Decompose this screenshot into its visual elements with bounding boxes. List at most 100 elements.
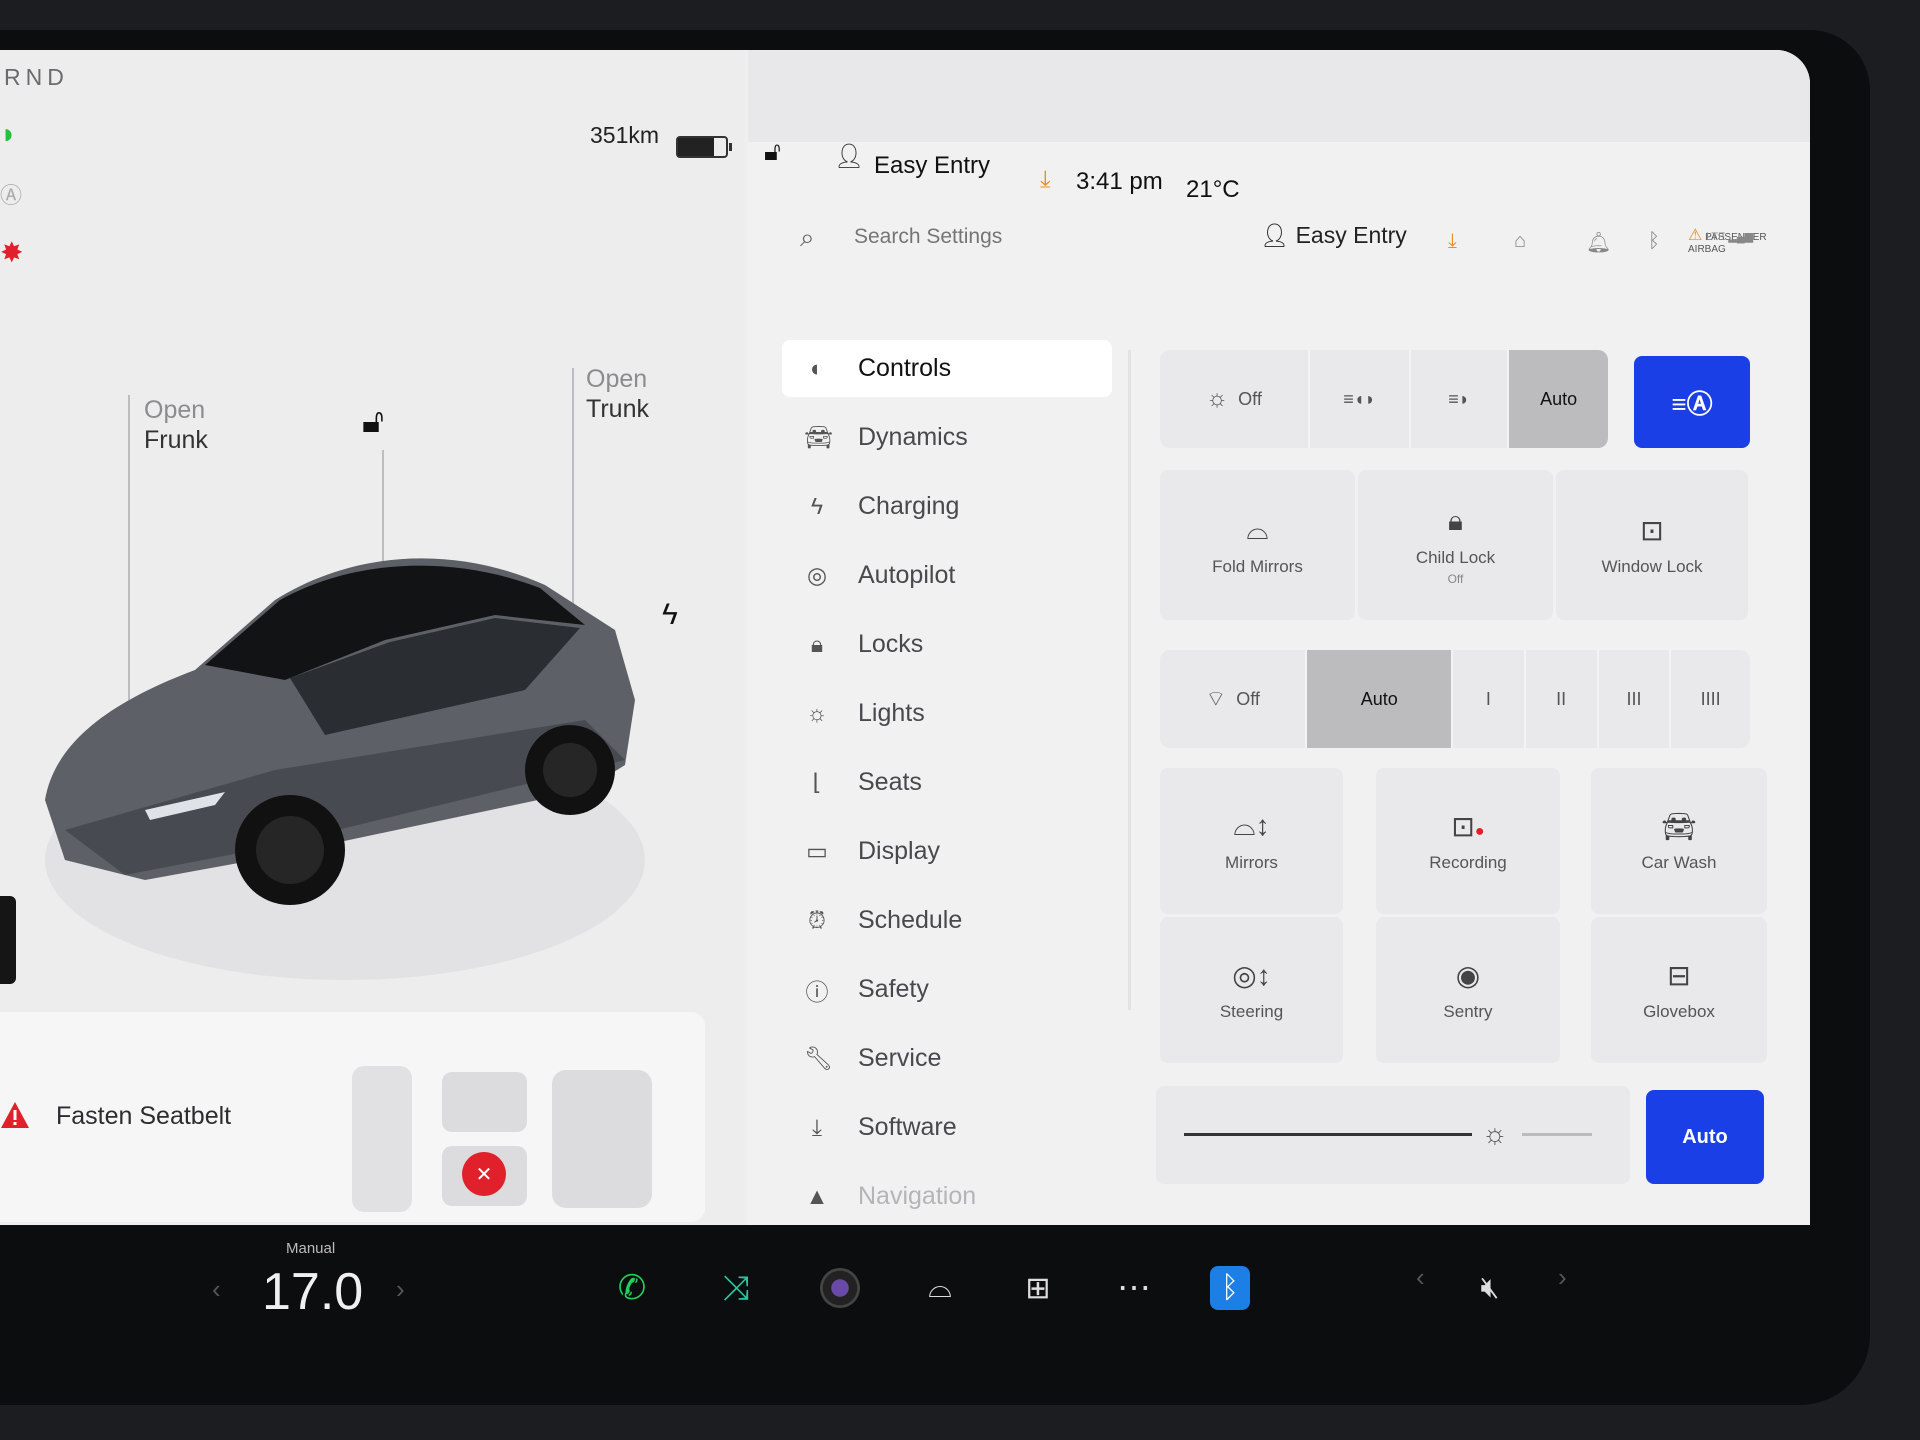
phone-icon[interactable]: ✆ — [604, 1260, 660, 1316]
software-download-icon[interactable]: ⤓ — [1448, 230, 1457, 253]
settings-nav: ◐ Controls 🚘︎ Dynamics ϟ Charging ◎ Autopilo… — [782, 340, 1112, 1225]
notification-bell-icon[interactable]: 🔔︎ — [1586, 230, 1611, 255]
mirror-icon: ⌓ — [1246, 513, 1269, 545]
camera-icon[interactable] — [812, 1260, 868, 1316]
quick-tiles-bottom: ◎↕ Steering ◉ Sentry ⊟ Glovebox — [1160, 917, 1767, 1063]
auto-high-beam-button[interactable]: ≡Ⓐ — [1634, 356, 1750, 448]
trunk-callout[interactable]: Open Trunk — [586, 364, 649, 424]
volume-down-chevron-icon[interactable]: ‹ — [1416, 1262, 1425, 1293]
lock-icon: 🔒︎ — [810, 631, 824, 657]
front-defrost-icon[interactable]: ⌓ — [912, 1260, 968, 1316]
frunk-label: Frunk — [144, 426, 208, 454]
nav-locks[interactable]: 🔒︎ Locks — [782, 616, 1112, 673]
download-icon[interactable]: ⤓ — [1040, 166, 1051, 194]
seatbelt-alert-text: Fasten Seatbelt — [56, 1102, 232, 1130]
climate-mode: Manual — [286, 1240, 336, 1257]
child-lock-button[interactable]: 🔒︎ Child Lock Off — [1358, 470, 1553, 620]
wipers-auto[interactable]: Auto — [1307, 650, 1454, 748]
nav-service[interactable]: 🔧︎ Service — [782, 1030, 1112, 1087]
settings-panel: 🔓︎ 👤︎ Easy Entry ⤓ 3:41 pm 21°C ⚠ PASSEN… — [748, 50, 1810, 1225]
battery-icon — [676, 136, 732, 158]
rear-defrost-icon[interactable]: ⊞ — [1010, 1260, 1066, 1316]
shuffle-icon[interactable]: ⤨ — [708, 1260, 764, 1316]
quick-tiles-top: ⌓↕ Mirrors ⊡● Recording 🚘︎ Car Wash — [1160, 768, 1767, 914]
headlights-auto[interactable]: Auto — [1509, 350, 1608, 448]
nav-seats[interactable]: ⌊ Seats — [782, 754, 1112, 811]
wiper-speed-4[interactable]: IIII — [1671, 650, 1750, 748]
wiper-icon: ⌔ — [1205, 686, 1227, 711]
temperature: 21°C — [1186, 176, 1240, 203]
tray-profile[interactable]: 👤︎ Easy Entry — [1260, 222, 1407, 249]
homelink-icon[interactable]: ⌂ — [1514, 230, 1526, 253]
light-icon: ☼ — [806, 700, 828, 726]
wiper-selector: ⌔ Off Auto I II III IIII — [1160, 650, 1750, 748]
frunk-action: Open — [144, 396, 206, 424]
profile-icon[interactable]: 👤︎ — [834, 142, 864, 171]
bluetooth-app-icon[interactable]: ᛒ — [1202, 1260, 1258, 1316]
battery-level — [678, 138, 714, 156]
headlight-selector: ☼ Off ≡◖◗ ≡◗ Auto — [1160, 350, 1608, 448]
mirrors-button[interactable]: ⌓↕ Mirrors — [1160, 768, 1343, 914]
recording-button[interactable]: ⊡● Recording — [1376, 768, 1560, 914]
parking-lights[interactable]: ≡◖◗ — [1310, 350, 1411, 448]
temp-up-chevron-icon[interactable]: › — [396, 1274, 405, 1305]
more-apps-icon[interactable]: ⋯ — [1106, 1260, 1162, 1316]
nav-safety[interactable]: ⓘ Safety — [782, 961, 1112, 1018]
fold-mirrors-button[interactable]: ⌓ Fold Mirrors — [1160, 470, 1355, 620]
glovebox-button[interactable]: ⊟ Glovebox — [1591, 917, 1767, 1063]
trunk-action: Open — [586, 365, 648, 393]
info-circle-icon: ⓘ — [805, 978, 829, 1005]
child-lock-icon: 🔒︎ — [1448, 504, 1463, 536]
brightness-slider[interactable] — [1184, 1133, 1472, 1136]
brightness-track-remainder[interactable] — [1522, 1133, 1592, 1136]
mute-icon[interactable]: 🔇︎ — [1462, 1260, 1518, 1316]
nav-lights[interactable]: ☼ Lights — [782, 685, 1112, 742]
panel-collapse-tab[interactable] — [0, 896, 16, 984]
nav-navigation[interactable]: ▲ Navigation — [782, 1168, 1112, 1225]
driver-profile[interactable]: Easy Entry — [874, 152, 990, 180]
car-panel: RND ◗ Ⓐ ✸ 351km Open Frunk 🔓︎ Open Trunk… — [0, 50, 745, 1225]
nav-autopilot[interactable]: ◎ Autopilot — [782, 547, 1112, 604]
volume-up-chevron-icon[interactable]: › — [1558, 1262, 1567, 1293]
seatbelt-status-card: Fasten Seatbelt ✕ — [0, 1012, 705, 1222]
auto-high-beam-icon: ≡Ⓐ — [1671, 388, 1713, 419]
car-wash-button[interactable]: 🚘︎ Car Wash — [1591, 768, 1767, 914]
climate-temperature[interactable]: 17.0 — [262, 1262, 363, 1322]
nav-charging[interactable]: ϟ Charging — [782, 478, 1112, 535]
nav-controls[interactable]: ◐ Controls — [782, 340, 1112, 397]
nav-dynamics[interactable]: 🚘︎ Dynamics — [782, 409, 1112, 466]
unlock-icon[interactable]: 🔓︎ — [764, 136, 781, 168]
bluetooth-icon[interactable]: ᛒ — [1648, 230, 1660, 253]
wiper-speed-3[interactable]: III — [1599, 650, 1672, 748]
sentry-button[interactable]: ◉ Sentry — [1376, 917, 1560, 1063]
lte-signal-icon: LTE ▂▄▆ — [1706, 231, 1754, 243]
seat-occupancy-map: ✕ — [352, 1066, 652, 1212]
headlights-off[interactable]: ☼ Off — [1160, 350, 1310, 448]
status-bar: 🔓︎ 👤︎ Easy Entry ⤓ 3:41 pm 21°C ⚠ PASSEN… — [748, 50, 1810, 255]
trunk-label: Trunk — [586, 395, 649, 423]
nav-scrollbar[interactable] — [1128, 350, 1131, 1010]
camera-lens — [820, 1268, 860, 1308]
wiper-speed-2[interactable]: II — [1526, 650, 1599, 748]
car-model-image — [45, 558, 645, 980]
car-lock-toggle-icon[interactable]: 🔓︎ — [362, 402, 384, 441]
display-icon: ▭ — [806, 838, 828, 864]
low-beam-icon: ≡◗ — [1448, 388, 1470, 409]
search-input[interactable] — [852, 224, 1156, 250]
steering-button[interactable]: ◎↕ Steering — [1160, 917, 1343, 1063]
wiper-speed-1[interactable]: I — [1453, 650, 1526, 748]
nav-schedule[interactable]: ⏰︎ Schedule — [782, 892, 1112, 949]
wipers-off[interactable]: ⌔ Off — [1160, 650, 1308, 748]
low-beam[interactable]: ≡◗ — [1411, 350, 1510, 448]
glovebox-icon: ⊟ — [1667, 959, 1691, 991]
dashcam-icon: ⊡● — [1451, 810, 1485, 842]
download-icon: ⤓ — [811, 1114, 823, 1140]
brightness-auto-button[interactable]: Auto — [1646, 1090, 1764, 1184]
nav-display[interactable]: ▭ Display — [782, 823, 1112, 880]
frunk-callout[interactable]: Open Frunk — [144, 395, 208, 455]
nav-software[interactable]: ⤓ Software — [782, 1099, 1112, 1156]
clock: 3:41 pm — [1076, 168, 1163, 195]
window-lock-button[interactable]: ⊡ Window Lock — [1556, 470, 1748, 620]
search-icon[interactable]: ⌕ — [800, 222, 815, 254]
temp-down-chevron-icon[interactable]: ‹ — [212, 1274, 221, 1305]
